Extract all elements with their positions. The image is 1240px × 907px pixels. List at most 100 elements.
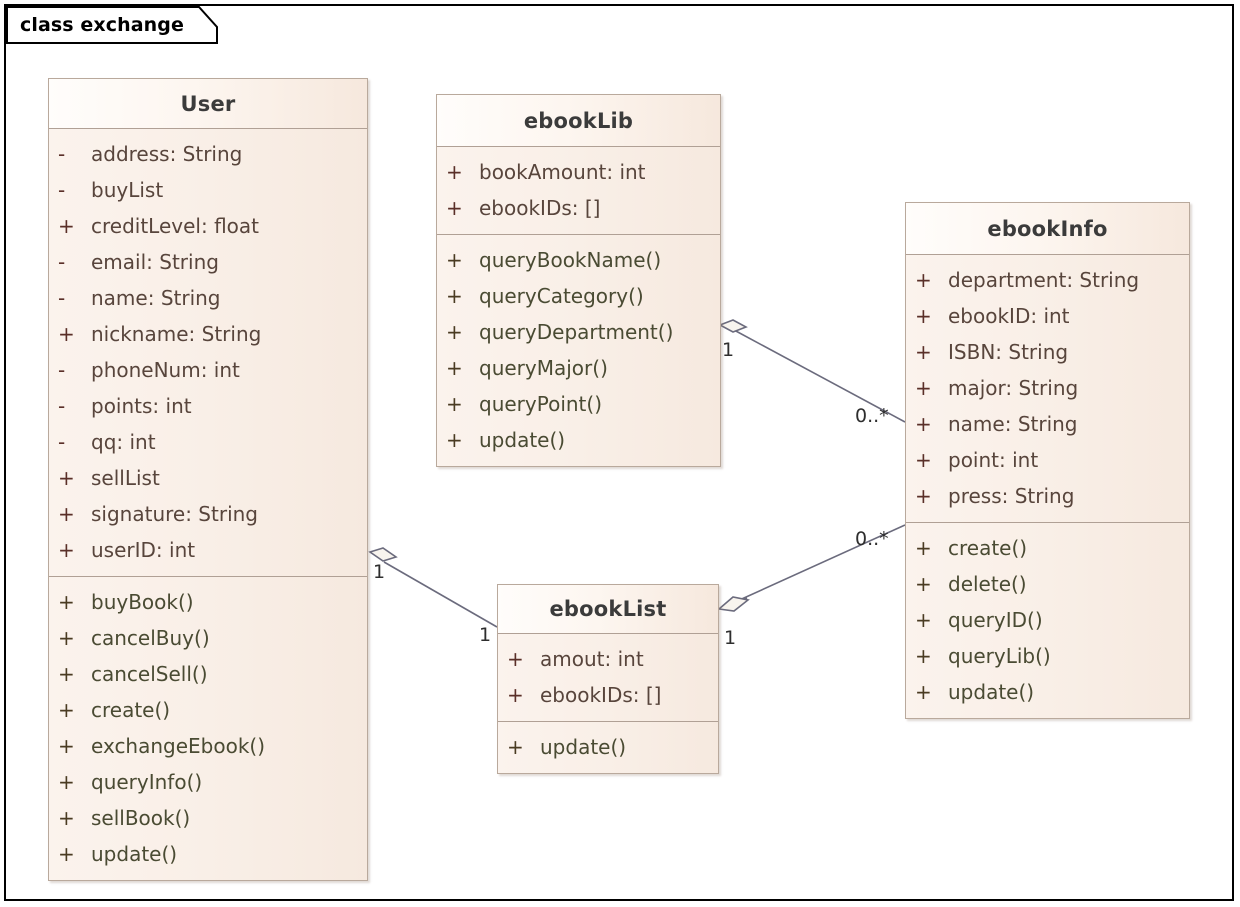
uml-attributes-label: name: String <box>91 286 221 310</box>
visibility-marker: + <box>446 248 463 272</box>
uml-operations-label: create() <box>948 536 1028 560</box>
uml-operations-label: queryInfo() <box>91 770 203 794</box>
uml-operations-row: + create() <box>49 692 367 728</box>
visibility-marker: + <box>446 320 463 344</box>
visibility-marker: + <box>507 735 524 759</box>
uml-class-ebooklib-operations: + queryBookName() + queryCategory() + queryDe… <box>437 234 720 466</box>
uml-operations-label: cancelBuy() <box>91 626 210 650</box>
uml-operations-row: + queryBookName() <box>437 242 720 278</box>
visibility-marker: + <box>446 392 463 416</box>
uml-attributes-row: + nickname: String <box>49 316 367 352</box>
uml-attributes-row: + ebookID: int <box>906 298 1189 334</box>
visibility-marker: + <box>446 428 463 452</box>
visibility-marker: + <box>58 502 75 526</box>
multiplicity-ebookinfo-target-upper: 0..* <box>855 405 889 427</box>
uml-operations-label: queryLib() <box>948 644 1051 668</box>
uml-operations-label: sellBook() <box>91 806 191 830</box>
uml-attributes-row: + creditLevel: float <box>49 208 367 244</box>
visibility-marker: + <box>507 647 524 671</box>
uml-operations-label: update() <box>948 680 1035 704</box>
uml-operations-row: + delete() <box>906 566 1189 602</box>
uml-operations-row: + update() <box>498 729 718 765</box>
visibility-marker: + <box>446 196 463 220</box>
uml-operations-label: create() <box>91 698 171 722</box>
uml-operations-label: queryPoint() <box>479 392 602 416</box>
multiplicity-user-source: 1 <box>373 561 386 583</box>
uml-operations-row: + queryCategory() <box>437 278 720 314</box>
uml-class-ebookinfo[interactable]: ebookInfo + department: String + ebookID: i… <box>905 202 1190 719</box>
visibility-marker: + <box>915 572 932 596</box>
uml-class-ebooklib-attributes: + bookAmount: int + ebookIDs: [] <box>437 147 720 234</box>
visibility-marker: + <box>58 842 75 866</box>
visibility-marker: + <box>58 214 75 238</box>
uml-attributes-label: address: String <box>91 142 243 166</box>
uml-attributes-row: + ebookIDs: [] <box>498 677 718 713</box>
uml-class-ebookinfo-operations: + create() + delete() + queryID() + queryLib() +… <box>906 522 1189 718</box>
uml-attributes-label: creditLevel: float <box>91 214 259 238</box>
visibility-marker: - <box>58 358 66 382</box>
uml-attributes-row: - phoneNum: int <box>49 352 367 388</box>
uml-operations-label: queryDepartment() <box>479 320 674 344</box>
uml-attributes-label: point: int <box>948 448 1039 472</box>
uml-attributes-label: nickname: String <box>91 322 262 346</box>
visibility-marker: + <box>58 734 75 758</box>
uml-attributes-row: + ISBN: String <box>906 334 1189 370</box>
visibility-marker: + <box>915 536 932 560</box>
visibility-marker: + <box>915 412 932 436</box>
uml-attributes-label: email: String <box>91 250 219 274</box>
uml-operations-row: + queryID() <box>906 602 1189 638</box>
uml-operations-label: queryMajor() <box>479 356 608 380</box>
uml-attributes-label: bookAmount: int <box>479 160 646 184</box>
visibility-marker: + <box>58 806 75 830</box>
uml-operations-row: + exchangeEbook() <box>49 728 367 764</box>
uml-attributes-label: buyList <box>91 178 164 202</box>
visibility-marker: + <box>58 322 75 346</box>
uml-operations-row: + queryLib() <box>906 638 1189 674</box>
uml-attributes-row: + name: String <box>906 406 1189 442</box>
uml-operations-row: + cancelSell() <box>49 656 367 692</box>
diagram-frame-tab: class exchange <box>6 6 218 44</box>
visibility-marker: + <box>58 770 75 794</box>
uml-attributes-label: ISBN: String <box>948 340 1069 364</box>
visibility-marker: + <box>58 538 75 562</box>
uml-class-user[interactable]: User - address: String - buyList + creditLeve… <box>48 78 368 881</box>
uml-attributes-label: department: String <box>948 268 1140 292</box>
uml-attributes-row: + department: String <box>906 262 1189 298</box>
visibility-marker: + <box>446 284 463 308</box>
visibility-marker: + <box>507 683 524 707</box>
uml-operations-label: delete() <box>948 572 1027 596</box>
uml-attributes-row: - email: String <box>49 244 367 280</box>
visibility-marker: - <box>58 394 66 418</box>
uml-class-ebooklib[interactable]: ebookLib + bookAmount: int + ebookIDs: [] +… <box>436 94 721 467</box>
multiplicity-ebooklist-source: 1 <box>724 627 737 649</box>
uml-class-ebooklist-name: ebookList <box>498 585 718 634</box>
visibility-marker: - <box>58 250 66 274</box>
uml-operations-row: + queryInfo() <box>49 764 367 800</box>
uml-operations-row: + sellBook() <box>49 800 367 836</box>
visibility-marker: + <box>58 698 75 722</box>
uml-attributes-row: + major: String <box>906 370 1189 406</box>
uml-attributes-row: - address: String <box>49 136 367 172</box>
uml-attributes-row: + sellList <box>49 460 367 496</box>
uml-operations-label: update() <box>540 735 627 759</box>
uml-class-user-attributes: - address: String - buyList + creditLevel: fl… <box>49 129 367 576</box>
uml-attributes-label: ebookID: int <box>948 304 1070 328</box>
uml-attributes-row: - buyList <box>49 172 367 208</box>
uml-operations-label: update() <box>479 428 566 452</box>
visibility-marker: + <box>915 304 932 328</box>
uml-operations-label: cancelSell() <box>91 662 208 686</box>
multiplicity-ebookinfo-target-lower: 0..* <box>855 528 889 550</box>
visibility-marker: - <box>58 430 66 454</box>
visibility-marker: + <box>446 356 463 380</box>
uml-attributes-label: ebookIDs: [] <box>540 683 662 707</box>
visibility-marker: + <box>915 608 932 632</box>
visibility-marker: - <box>58 286 66 310</box>
visibility-marker: + <box>915 448 932 472</box>
multiplicity-ebooklist-target: 1 <box>479 624 492 646</box>
uml-operations-row: + update() <box>437 422 720 458</box>
uml-class-ebooklist[interactable]: ebookList + amout: int + ebookIDs: [] + upda… <box>497 584 719 774</box>
uml-attributes-row: - points: int <box>49 388 367 424</box>
uml-operations-row: + buyBook() <box>49 584 367 620</box>
uml-operations-label: queryCategory() <box>479 284 644 308</box>
visibility-marker: - <box>58 178 66 202</box>
